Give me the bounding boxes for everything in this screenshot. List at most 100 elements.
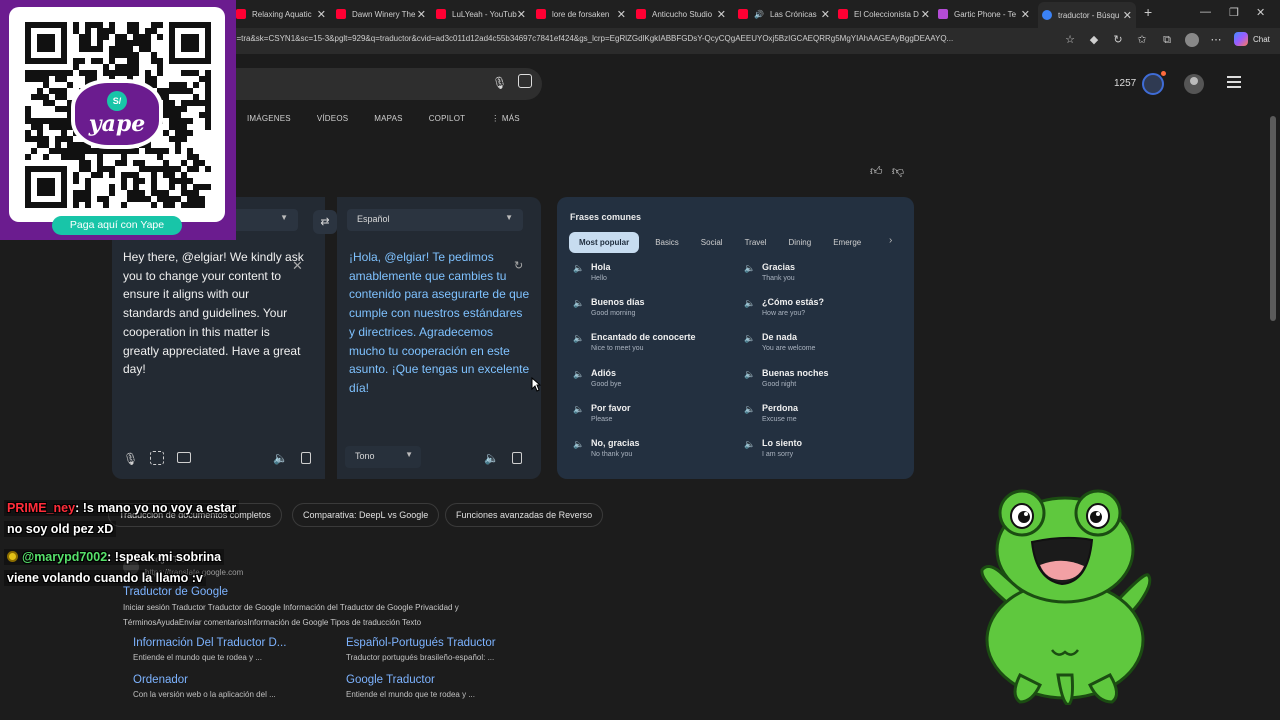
- microphone-icon[interactable]: 🎙: [492, 76, 507, 90]
- close-icon[interactable]: ✕: [1021, 8, 1030, 21]
- new-tab-button[interactable]: +: [1144, 4, 1152, 20]
- refresh-extension-icon[interactable]: ↻: [1111, 33, 1125, 47]
- tab-gartic-phone[interactable]: Gartic Phone - Te ✕: [938, 4, 1034, 24]
- tab-social[interactable]: Social: [701, 238, 723, 247]
- tab-lulyeah[interactable]: LuLYeah - YouTub ✕: [436, 4, 530, 24]
- profile-icon[interactable]: [1185, 33, 1199, 47]
- target-language-value: Español: [357, 214, 390, 224]
- sublink-title[interactable]: Ordenador: [133, 674, 323, 686]
- rewards-icon[interactable]: [1142, 73, 1164, 95]
- favorites-icon[interactable]: ✩: [1135, 33, 1149, 47]
- tab-lore-forsaken[interactable]: lore de forsaken ✕: [536, 4, 630, 24]
- speaker-icon[interactable]: 🔈: [573, 263, 584, 274]
- tab-label: traductor - Búsqu: [1058, 10, 1120, 20]
- refresh-icon[interactable]: ↻: [514, 259, 523, 272]
- sol-icon: S/: [107, 91, 127, 111]
- speaker-icon[interactable]: 🔈: [744, 404, 755, 415]
- thumbs-up-icon[interactable]: 👍︎: [870, 164, 883, 178]
- speaker-icon[interactable]: 🔈: [573, 404, 584, 415]
- favorite-star-icon[interactable]: ☆: [1063, 33, 1077, 47]
- close-icon[interactable]: ✕: [417, 8, 426, 21]
- tab-travel[interactable]: Travel: [745, 238, 767, 247]
- url-field[interactable]: q=tra&sk=CSYN1&sc=15-3&pglt=929&q=traduc…: [232, 34, 1060, 43]
- speaker-icon[interactable]: 🔈: [273, 451, 288, 465]
- tab-dawn-winery[interactable]: Dawn Winery The ✕: [336, 4, 430, 24]
- window-close-button[interactable]: ✕: [1256, 6, 1265, 19]
- tab-emergency[interactable]: Emerge: [833, 238, 861, 247]
- speaker-icon[interactable]: 🔈: [744, 333, 755, 344]
- hamburger-menu-icon[interactable]: [1227, 76, 1241, 91]
- clear-icon[interactable]: ✕: [292, 258, 303, 274]
- sublink[interactable]: Ordenador Con la versión web o la aplicac…: [133, 674, 323, 699]
- close-icon[interactable]: ✕: [617, 8, 626, 21]
- sublink-title[interactable]: Google Traductor: [346, 674, 536, 686]
- rewards-points[interactable]: 1257: [1114, 78, 1136, 89]
- microphone-icon[interactable]: 🎙: [123, 452, 138, 466]
- phrase-text: Perdona: [762, 403, 799, 413]
- close-icon[interactable]: ✕: [717, 8, 726, 21]
- tone-select[interactable]: Tono ▼: [345, 446, 421, 468]
- extension-icon[interactable]: ◆: [1087, 33, 1101, 47]
- scrollbar[interactable]: [1270, 116, 1276, 321]
- account-icon[interactable]: [1184, 74, 1204, 94]
- search-scopes: IMÁGENES VÍDEOS MAPAS COPILOT ⋮ MÁS: [247, 114, 546, 123]
- chat-message: PRIME_ney: !s mano yo no voy a estar: [4, 500, 240, 516]
- chat-label: Chat: [1253, 34, 1270, 44]
- tab-relaxing-aquatic[interactable]: Relaxing Aquatic ✕: [236, 4, 330, 24]
- tab-dining[interactable]: Dining: [789, 238, 812, 247]
- close-icon[interactable]: ✕: [1123, 9, 1132, 22]
- speaker-icon[interactable]: 🔈: [573, 439, 584, 450]
- tab-traductor[interactable]: traductor - Búsqu ✕: [1038, 2, 1136, 28]
- source-text[interactable]: Hey there, @elgiar! We kindly ask you to…: [123, 248, 305, 379]
- close-icon[interactable]: ✕: [317, 8, 326, 21]
- scope-more[interactable]: ⋮ MÁS: [491, 114, 520, 123]
- speaker-icon[interactable]: 🔊: [754, 10, 764, 19]
- scope-copilot[interactable]: COPILOT: [429, 114, 466, 123]
- thumbs-down-icon[interactable]: 👎︎: [892, 164, 904, 178]
- collections-icon[interactable]: ⧉: [1160, 33, 1174, 47]
- keyboard-icon[interactable]: [177, 452, 191, 463]
- speaker-icon[interactable]: 🔈: [484, 451, 499, 465]
- sublink[interactable]: Google Traductor Entiende el mundo que te…: [346, 674, 536, 699]
- tab-most-popular[interactable]: Most popular: [569, 231, 640, 253]
- related-chip[interactable]: Funciones avanzadas de Reverso: [445, 503, 604, 527]
- camera-icon[interactable]: [150, 451, 164, 465]
- copilot-chat-button[interactable]: Chat: [1234, 32, 1270, 46]
- sublink[interactable]: Español-Portugués Traductor Traductor por…: [346, 637, 536, 662]
- scope-maps[interactable]: MAPAS: [374, 114, 402, 123]
- scope-images[interactable]: IMÁGENES: [247, 114, 291, 123]
- maximize-button[interactable]: ❐: [1229, 6, 1239, 19]
- speaker-icon[interactable]: 🔈: [744, 298, 755, 309]
- speaker-icon[interactable]: 🔈: [573, 333, 584, 344]
- close-icon[interactable]: ✕: [921, 8, 930, 21]
- tab-anticucho[interactable]: Anticucho Studio ✕: [636, 4, 730, 24]
- sublink-title[interactable]: Información Del Traductor D...: [133, 637, 323, 649]
- tab-label: Gartic Phone - Te: [954, 9, 1017, 19]
- speaker-icon[interactable]: 🔈: [744, 439, 755, 450]
- phrase-text: ¿Cómo estás?: [762, 297, 825, 307]
- copy-icon[interactable]: [301, 452, 311, 464]
- scope-videos[interactable]: VÍDEOS: [317, 114, 348, 123]
- sublink[interactable]: Información Del Traductor D... Entiende e…: [133, 637, 323, 662]
- more-icon[interactable]: ⋯: [1209, 33, 1223, 47]
- sublink-title[interactable]: Español-Portugués Traductor: [346, 637, 536, 649]
- tab-basics[interactable]: Basics: [655, 238, 679, 247]
- speaker-icon[interactable]: 🔈: [744, 369, 755, 380]
- speaker-icon[interactable]: 🔈: [573, 298, 584, 309]
- chevron-right-icon[interactable]: ›: [889, 235, 892, 246]
- tab-las-cronicas[interactable]: 🔊 Las Crónicas ✕: [738, 4, 834, 24]
- target-language-select[interactable]: Español ▼: [347, 209, 523, 231]
- tab-label: Dawn Winery The: [352, 9, 416, 19]
- swap-languages-button[interactable]: ⇄: [313, 210, 337, 234]
- related-chip[interactable]: Comparativa: DeepL vs Google: [292, 503, 440, 527]
- minimize-button[interactable]: —: [1200, 6, 1211, 18]
- sublink-desc: Entiende el mundo que te rodea y ...: [133, 653, 262, 662]
- tab-el-coleccionista[interactable]: El Coleccionista D ✕: [838, 4, 934, 24]
- speaker-icon[interactable]: 🔈: [744, 263, 755, 274]
- close-icon[interactable]: ✕: [517, 8, 526, 21]
- search-input[interactable]: 🎙: [220, 68, 542, 100]
- visual-search-icon[interactable]: [518, 74, 532, 88]
- speaker-icon[interactable]: 🔈: [573, 369, 584, 380]
- close-icon[interactable]: ✕: [821, 8, 830, 21]
- copy-icon[interactable]: [512, 452, 522, 464]
